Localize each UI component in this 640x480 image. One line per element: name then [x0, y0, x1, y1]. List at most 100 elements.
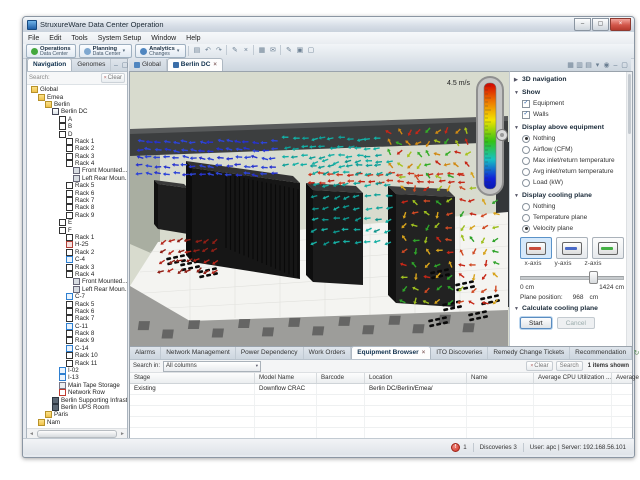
- menu-file[interactable]: File: [23, 33, 44, 44]
- tree-item-rack-2[interactable]: Rack 2: [27, 249, 127, 256]
- tree-item-rack-8[interactable]: Rack 8: [27, 330, 127, 337]
- tree-item-berlin-ups-room[interactable]: Berlin UPS Room: [27, 404, 127, 411]
- tree-item-c-11[interactable]: C-11: [27, 323, 127, 330]
- velocity-color-scale[interactable]: [477, 77, 508, 195]
- editor-tab-global[interactable]: Global: [129, 59, 167, 71]
- tree-item-front-mounted[interactable]: Front Mounted...: [27, 167, 127, 174]
- tree-item-h-25[interactable]: H-25: [27, 241, 127, 248]
- tree-item-left-rear-moun[interactable]: Left Rear Moun...: [27, 286, 127, 293]
- minimize-view-icon[interactable]: ‒: [611, 60, 620, 71]
- column-header-average-cpu-utilization[interactable]: Average CPU Utilization ...: [534, 373, 612, 383]
- tree-item-rack-6[interactable]: Rack 6: [27, 308, 127, 315]
- tree-item-global[interactable]: Global: [27, 86, 127, 93]
- menu-help[interactable]: Help: [181, 33, 205, 44]
- cooling-3d-viewport[interactable]: 4.5 m/s: [129, 71, 510, 348]
- table-search-button[interactable]: Search: [556, 361, 583, 371]
- tree-item-i-13[interactable]: I-13: [27, 374, 127, 381]
- tree-item-d[interactable]: D: [27, 130, 127, 137]
- split-view-icon[interactable]: ▥: [575, 60, 584, 71]
- menu-tools[interactable]: Tools: [66, 33, 92, 44]
- dropdown-arrow-icon[interactable]: ▾: [177, 48, 180, 54]
- perspective-operations[interactable]: OperationsData Center: [26, 44, 76, 58]
- clear-filter-button[interactable]: × Clear: [526, 361, 552, 371]
- tree-item-c-14[interactable]: C-14: [27, 345, 127, 352]
- column-header-average-pow[interactable]: Average Pow...: [612, 373, 640, 383]
- scrollbar-thumb[interactable]: [628, 74, 631, 134]
- perspective-planning[interactable]: PlanningData Center▾: [79, 44, 133, 58]
- tree-item-rack-4[interactable]: Rack 4: [27, 160, 127, 167]
- column-header-name[interactable]: Name: [467, 373, 534, 383]
- tree-item-network-row[interactable]: Network Row: [27, 389, 127, 396]
- view-tab-work-orders[interactable]: Work Orders: [304, 347, 352, 359]
- tree-item-rack-7[interactable]: Rack 7: [27, 197, 127, 204]
- radio-load-kw[interactable]: Load (kW): [510, 177, 632, 188]
- radio-temperature-plane[interactable]: Temperature plane: [510, 212, 632, 223]
- view-tab-power-dependency[interactable]: Power Dependency: [236, 347, 304, 359]
- scroll-left-arrow[interactable]: ◄: [27, 431, 36, 437]
- table-row[interactable]: ExistingDownflow CRACBerlin DC/Berlin/Em…: [130, 384, 632, 395]
- column-header-model-name[interactable]: Model Name: [255, 373, 317, 383]
- export-icon[interactable]: ▣: [294, 45, 305, 57]
- tree-item-rack-3[interactable]: Rack 3: [27, 263, 127, 270]
- tree-item-e[interactable]: E: [27, 219, 127, 226]
- column-header-barcode[interactable]: Barcode: [317, 373, 365, 383]
- tree-item-rack-6[interactable]: Rack 6: [27, 189, 127, 196]
- view-menu-icon[interactable]: ▾: [593, 60, 602, 71]
- add-layer-icon[interactable]: ▢: [305, 45, 316, 57]
- delete-icon[interactable]: ×: [240, 45, 251, 57]
- tree-item-front-mounted[interactable]: Front Mounted...: [27, 278, 127, 285]
- pin-icon[interactable]: ✎: [229, 45, 240, 57]
- tree-item-rack-4[interactable]: Rack 4: [27, 271, 127, 278]
- layout-toggle-icon[interactable]: ▦: [566, 60, 575, 71]
- tree-item-c-4[interactable]: C-4: [27, 256, 127, 263]
- view-tab-equipment-browser[interactable]: Equipment Browser×: [351, 346, 431, 359]
- error-count-badge[interactable]: ! 1: [451, 443, 466, 452]
- column-header-stage[interactable]: Stage: [130, 373, 255, 383]
- close-tab-icon[interactable]: ×: [213, 60, 217, 70]
- view-tab-ito-discoveries[interactable]: ITO Discoveries: [431, 347, 488, 359]
- tree-item-berlin[interactable]: Berlin: [27, 101, 127, 108]
- empty-table-row[interactable]: [130, 417, 632, 428]
- view-tab-network-management[interactable]: Network Management: [161, 347, 236, 359]
- tree-item-a[interactable]: A: [27, 116, 127, 123]
- search-column-select[interactable]: All columns ▾: [163, 361, 261, 372]
- section-display-cooling-plane[interactable]: ▼ Display cooling plane: [510, 188, 632, 201]
- section-calculate-cooling-plane[interactable]: ▼ Calculate cooling plane: [510, 301, 632, 314]
- tree-item-berlin-dc[interactable]: Berlin DC: [27, 108, 127, 115]
- empty-table-row[interactable]: [130, 406, 632, 417]
- radio-nothing[interactable]: Nothing: [510, 133, 632, 144]
- view-tab-alarms[interactable]: Alarms: [130, 347, 161, 359]
- axis-button-y-axis[interactable]: [556, 237, 588, 259]
- tab-navigation[interactable]: Navigation: [27, 58, 72, 71]
- section-display-above-equipment[interactable]: ▼ Display above equipment: [510, 120, 632, 133]
- view-tab-remedy-change-tickets[interactable]: Remedy Change Tickets: [488, 347, 570, 359]
- tree-item-rack-7[interactable]: Rack 7: [27, 315, 127, 322]
- dropdown-arrow-icon[interactable]: ▾: [123, 48, 126, 54]
- tree-item-rack-1[interactable]: Rack 1: [27, 234, 127, 241]
- tree-item-rack-3[interactable]: Rack 3: [27, 153, 127, 160]
- tile-view-icon[interactable]: ▤: [584, 60, 593, 71]
- tree-item-paris[interactable]: Paris: [27, 411, 127, 418]
- empty-table-row[interactable]: [130, 395, 632, 406]
- tree-item-left-rear-moun[interactable]: Left Rear Moun...: [27, 175, 127, 182]
- editor-tab-berlin-dc[interactable]: Berlin DC×: [167, 58, 223, 71]
- radio-max-inlet-return-temperature[interactable]: Max inlet/return temperature: [510, 155, 632, 166]
- save-icon[interactable]: ▤: [191, 45, 202, 57]
- start-button[interactable]: Start: [520, 317, 552, 329]
- maximize-button[interactable]: ▢: [592, 18, 609, 31]
- target-view-icon[interactable]: ◉: [602, 60, 611, 71]
- tree-item-i-02[interactable]: I-02: [27, 367, 127, 374]
- title-bar[interactable]: StruxureWare Data Center Operation ‒ ▢ ×: [23, 17, 634, 32]
- column-header-location[interactable]: Location: [365, 373, 467, 383]
- axis-button-x-axis[interactable]: [520, 237, 552, 259]
- section-3d-navigation[interactable]: ▶ 3D navigation: [510, 72, 632, 85]
- search-input[interactable]: Search:: [29, 75, 50, 81]
- maximize-view-icon[interactable]: ▢: [620, 60, 629, 71]
- clear-search-button[interactable]: × Clear: [101, 73, 125, 83]
- scroll-right-arrow[interactable]: ►: [118, 431, 127, 437]
- tree-item-b[interactable]: B: [27, 123, 127, 130]
- mail-icon[interactable]: ✉: [267, 45, 278, 57]
- undo-icon[interactable]: ↶: [202, 45, 213, 57]
- tree-item-rack-5[interactable]: Rack 5: [27, 182, 127, 189]
- section-show[interactable]: ▼ Show: [510, 85, 632, 98]
